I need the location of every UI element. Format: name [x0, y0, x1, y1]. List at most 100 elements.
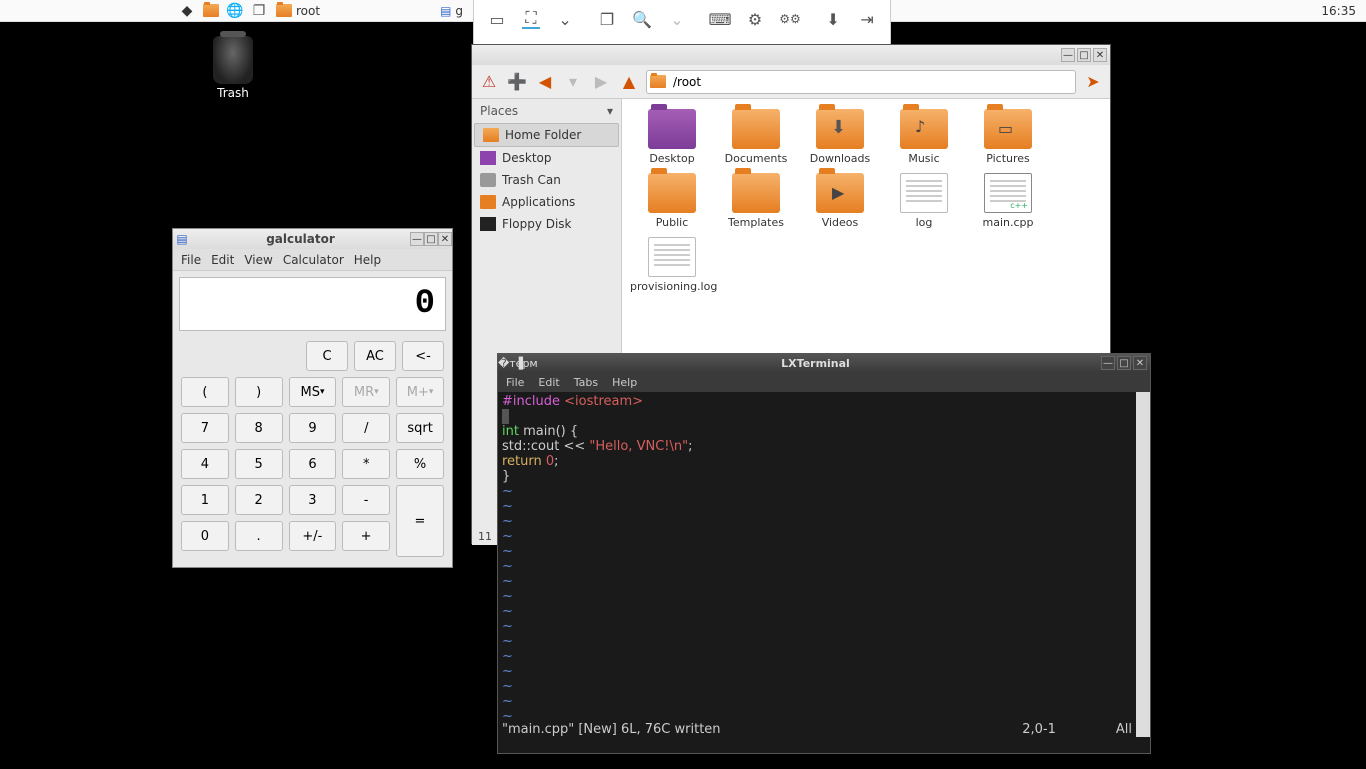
gear-icon[interactable]: ⚙ — [746, 9, 764, 29]
calc-titlebar[interactable]: ▤ galculator — □ ✕ — [173, 229, 452, 249]
menu-tabs[interactable]: Tabs — [574, 376, 598, 389]
folder-music[interactable]: ♪Music — [882, 109, 966, 165]
sidebar-item-trash[interactable]: Trash Can — [472, 169, 621, 191]
key-5[interactable]: 5 — [235, 449, 283, 479]
folder-pictures[interactable]: ▭Pictures — [966, 109, 1050, 165]
desktop-trash[interactable]: Trash — [198, 36, 268, 100]
menu-file[interactable]: File — [181, 253, 201, 267]
forward-button[interactable]: ▶ — [590, 71, 612, 93]
key-4[interactable]: 4 — [181, 449, 229, 479]
back-button[interactable]: ◀ — [534, 71, 556, 93]
scrollbar[interactable] — [1136, 392, 1150, 737]
minimize-button[interactable]: — — [1101, 356, 1115, 370]
file-icon: c++ — [984, 173, 1032, 213]
key-1[interactable]: 1 — [181, 485, 229, 515]
sidebar-item-home[interactable]: Home Folder — [474, 123, 619, 147]
key-clear[interactable]: C — [306, 341, 348, 371]
menu-edit[interactable]: Edit — [538, 376, 559, 389]
key-2[interactable]: 2 — [235, 485, 283, 515]
key-mr[interactable]: MR▾ — [342, 377, 390, 407]
web-browser-launcher-icon[interactable]: 🌐 — [224, 1, 246, 21]
go-button[interactable]: ➤ — [1082, 71, 1104, 93]
fm-titlebar[interactable]: — □ ✕ — [472, 45, 1110, 65]
folder-icon: ▶ — [816, 173, 864, 213]
sidebar-item-floppy[interactable]: Floppy Disk — [472, 213, 621, 235]
folder-icon — [648, 109, 696, 149]
key-3[interactable]: 3 — [289, 485, 337, 515]
calculator-icon: ▤ — [440, 4, 451, 18]
menu-view[interactable]: View — [244, 253, 272, 267]
folder-downloads[interactable]: ⬇Downloads — [798, 109, 882, 165]
key-ms[interactable]: MS▾ — [289, 377, 337, 407]
key-all-clear[interactable]: AC — [354, 341, 396, 371]
key-percent[interactable]: % — [396, 449, 444, 479]
menu-calculator[interactable]: Calculator — [283, 253, 344, 267]
terminal-content[interactable]: #include <iostream> _ int main() { std::… — [498, 392, 1150, 737]
key-9[interactable]: 9 — [289, 413, 337, 443]
key-8[interactable]: 8 — [235, 413, 283, 443]
close-button[interactable]: ✕ — [1093, 48, 1107, 62]
folder-desktop[interactable]: Desktop — [630, 109, 714, 165]
close-button[interactable]: ✕ — [1133, 356, 1147, 370]
taskbar-entry-galculator[interactable]: ▤ g — [436, 1, 467, 21]
key-sqrt[interactable]: sqrt — [396, 413, 444, 443]
menu-edit[interactable]: Edit — [211, 253, 234, 267]
gears-icon[interactable]: ⚙⚙ — [780, 9, 800, 29]
key-dot[interactable]: . — [235, 521, 283, 551]
alert-icon[interactable]: ⚠ — [478, 71, 500, 93]
file-provisioning-log[interactable]: provisioning.log — [630, 237, 714, 293]
folder-public[interactable]: Public — [630, 173, 714, 229]
minimize-button[interactable]: — — [410, 232, 424, 246]
maximize-button[interactable]: □ — [424, 232, 438, 246]
key-7[interactable]: 7 — [181, 413, 229, 443]
sidebar-item-desktop[interactable]: Desktop — [472, 147, 621, 169]
menu-help[interactable]: Help — [354, 253, 381, 267]
path-input[interactable] — [669, 75, 1075, 89]
minimize-button[interactable]: — — [1061, 48, 1075, 62]
file-main-cpp[interactable]: c++main.cpp — [966, 173, 1050, 229]
vnc-zoom-icon[interactable]: 🔍 — [632, 9, 652, 29]
vnc-windows-icon[interactable]: ❐ — [598, 9, 616, 29]
key-6[interactable]: 6 — [289, 449, 337, 479]
menu-help[interactable]: Help — [612, 376, 637, 389]
keyboard-icon[interactable]: ⌨ — [710, 9, 730, 29]
chevron-down-icon[interactable]: ⌄ — [668, 9, 686, 29]
folder-templates[interactable]: Templates — [714, 173, 798, 229]
up-button[interactable]: ▲ — [618, 71, 640, 93]
taskbar-entry-root[interactable]: root — [272, 1, 324, 21]
key-divide[interactable]: / — [342, 413, 390, 443]
new-tab-icon[interactable]: ➕ — [506, 71, 528, 93]
folder-videos[interactable]: ▶Videos — [798, 173, 882, 229]
key-mplus[interactable]: M+▾ — [396, 377, 444, 407]
key-add[interactable]: + — [342, 521, 390, 551]
vnc-fullscreen-icon[interactable]: ▭ — [488, 9, 506, 29]
start-menu-icon[interactable]: ◆ — [176, 1, 198, 21]
sidebar-item-applications[interactable]: Applications — [472, 191, 621, 213]
close-button[interactable]: ✕ — [438, 232, 452, 246]
vnc-drag-icon[interactable]: ⛶ — [522, 9, 540, 29]
desktop-trash-label: Trash — [198, 86, 268, 100]
disconnect-icon[interactable]: ⇥ — [858, 9, 876, 29]
menu-file[interactable]: File — [506, 376, 524, 389]
maximize-button[interactable]: □ — [1077, 48, 1091, 62]
key-backspace[interactable]: <- — [402, 341, 444, 371]
key-multiply[interactable]: * — [342, 449, 390, 479]
home-icon[interactable] — [647, 72, 669, 92]
windows-launcher-icon[interactable]: ❐ — [248, 1, 270, 21]
key-lparen[interactable]: ( — [181, 377, 229, 407]
places-header[interactable]: Places ▾ — [472, 99, 621, 123]
key-equals[interactable]: = — [396, 485, 444, 557]
key-plusminus[interactable]: +/- — [289, 521, 337, 551]
chevron-down-icon[interactable]: ⌄ — [556, 9, 574, 29]
file-manager-launcher-icon[interactable] — [200, 1, 222, 21]
download-icon[interactable]: ⬇ — [824, 9, 842, 29]
maximize-button[interactable]: □ — [1117, 356, 1131, 370]
term-titlebar[interactable]: �терм ▌ LXTerminal — □ ✕ — [498, 354, 1150, 372]
key-rparen[interactable]: ) — [235, 377, 283, 407]
key-subtract[interactable]: - — [342, 485, 390, 515]
history-dropdown-icon[interactable]: ▾ — [562, 71, 584, 93]
file-log[interactable]: log — [882, 173, 966, 229]
key-0[interactable]: 0 — [181, 521, 229, 551]
folder-documents[interactable]: Documents — [714, 109, 798, 165]
folder-icon: ♪ — [900, 109, 948, 149]
